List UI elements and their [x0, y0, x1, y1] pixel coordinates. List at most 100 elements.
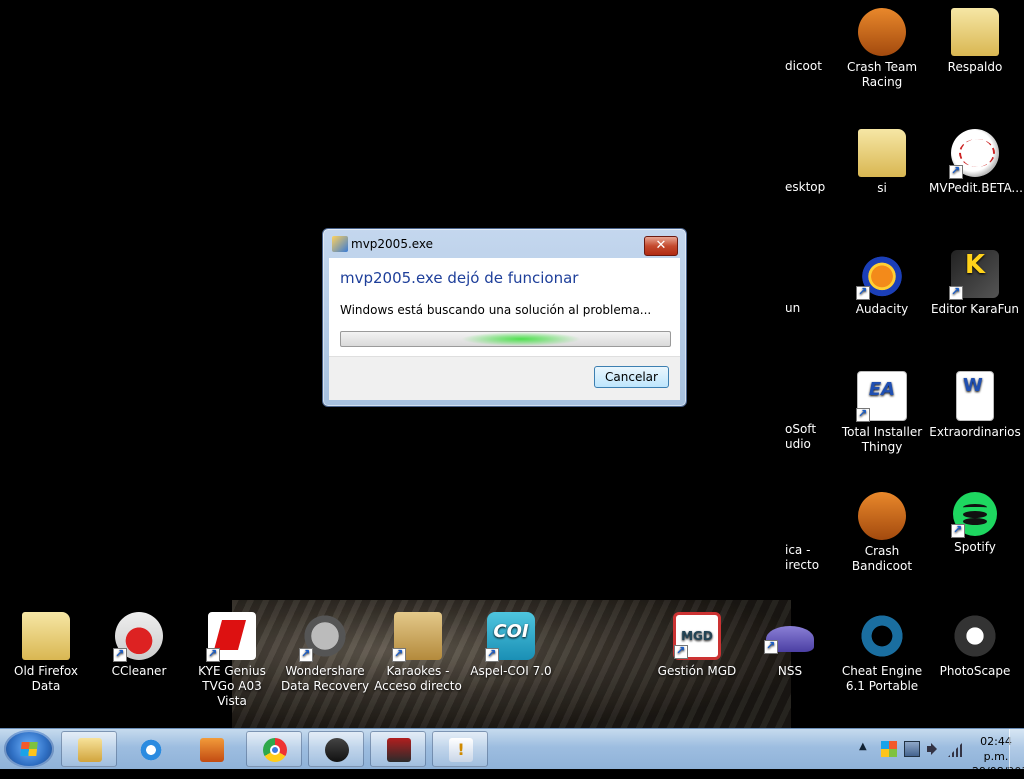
- shortcut-arrow-icon: [113, 646, 127, 662]
- spotify-icon: [951, 492, 997, 538]
- shortcut-arrow-icon: [392, 646, 406, 662]
- icon-label: Editor KaraFun: [930, 302, 1020, 316]
- dialog-body: mvp2005.exe dejó de funcionar Windows es…: [329, 258, 680, 400]
- shortcut-arrow-icon: [674, 643, 688, 659]
- desktop-icon-total-installer-thingy[interactable]: EA Total Installer Thingy: [836, 371, 928, 455]
- icon-label: Spotify: [954, 540, 996, 554]
- explorer-icon: [78, 738, 102, 762]
- start-button[interactable]: [4, 730, 54, 768]
- icon-label: Wondershare Data Recovery: [280, 664, 370, 693]
- gestion-mgd-icon: MGD: [673, 612, 721, 660]
- desktop-icon-crash-team-racing[interactable]: Crash Team Racing: [836, 8, 928, 90]
- baseball-icon: [949, 129, 999, 179]
- taskbar: ▲ 02:44 p.m. 29/08/2015: [0, 728, 1024, 778]
- desktop-icon-si[interactable]: si: [836, 129, 928, 196]
- shortcut-arrow-icon: [949, 163, 963, 179]
- desktop-icon-audacity[interactable]: Audacity: [836, 250, 928, 317]
- icon-label: NSS: [777, 664, 803, 678]
- icon-label: Old Firefox Data: [14, 664, 78, 693]
- audacity-icon: [856, 250, 906, 300]
- shortcut-arrow-icon: [764, 638, 778, 654]
- shortcut-arrow-icon: [856, 406, 870, 422]
- desktop-icon-ccleaner[interactable]: CCleaner: [93, 612, 185, 679]
- icon-label: Karaokes - Acceso directo: [374, 664, 462, 693]
- network-icon[interactable]: [948, 741, 964, 757]
- shortcut-arrow-icon: [485, 646, 499, 662]
- icon-label: Respaldo: [947, 60, 1003, 74]
- desktop-icon-aspel-coi[interactable]: COI Aspel-COI 7.0: [465, 612, 557, 679]
- mvp-baseball-icon: [387, 738, 411, 762]
- desktop-icon-old-firefox-data[interactable]: Old Firefox Data: [0, 612, 92, 694]
- shortcut-arrow-icon: [206, 646, 220, 662]
- crash-bandicoot-icon: [858, 492, 906, 540]
- volume-icon[interactable]: [926, 741, 942, 757]
- icon-label: MVPedit.BETA...: [929, 181, 1023, 195]
- progress-marquee: [461, 332, 581, 346]
- desktop-icon-spotify[interactable]: Spotify: [929, 492, 1021, 555]
- icon-label: KYE Genius TVGo A03 Vista: [198, 664, 266, 708]
- folder-icon: [22, 612, 70, 660]
- word-document-icon: W: [956, 371, 994, 421]
- ea-mods-icon: EA: [856, 371, 907, 422]
- cheat-engine-icon: [858, 612, 906, 660]
- icon-label: Audacity: [855, 302, 909, 316]
- display-icon[interactable]: [904, 741, 920, 757]
- desktop-icon-nss[interactable]: NSS: [744, 612, 836, 679]
- icon-label: Crash Bandicoot: [851, 544, 913, 573]
- close-button[interactable]: ✕: [644, 236, 678, 256]
- warning-icon: [449, 738, 473, 762]
- dialog-title: mvp2005.exe: [351, 237, 434, 251]
- desktop-icon-cheat-engine[interactable]: Cheat Engine 6.1 Portable: [836, 612, 928, 694]
- photoscape-icon: [951, 612, 999, 660]
- dialog-footer: Cancelar: [329, 356, 680, 400]
- icon-label: CCleaner: [111, 664, 167, 678]
- karaokes-folder-icon: [392, 612, 442, 662]
- ccleaner-icon: [113, 612, 163, 662]
- shortcut-arrow-icon: [856, 284, 870, 300]
- desktop-icon-crash-bandicoot[interactable]: Crash Bandicoot: [836, 492, 928, 574]
- icon-label: PhotoScape: [939, 664, 1011, 678]
- app-icon: [332, 236, 348, 252]
- kye-genius-icon: [206, 612, 256, 662]
- aspel-coi-icon: COI: [485, 612, 535, 662]
- desktop-icon-gestion-mgd[interactable]: MGD Gestión MGD: [651, 612, 743, 679]
- dialog-message: Windows está buscando una solución al pr…: [340, 303, 652, 317]
- taskbar-button-chrome[interactable]: [246, 731, 302, 767]
- system-tray: ▲ 02:44 p.m. 29/08/2015: [824, 729, 1024, 778]
- folder-icon: [858, 129, 906, 177]
- taskbar-button-media-player[interactable]: [183, 731, 239, 767]
- taskbar-button-error-reporting[interactable]: [432, 731, 488, 767]
- taskbar-button-mvp-baseball[interactable]: [370, 731, 426, 767]
- icon-label: Extraordinarios: [929, 425, 1021, 439]
- action-center-flag-icon[interactable]: [881, 741, 897, 757]
- taskbar-button-player[interactable]: [308, 731, 364, 767]
- dialog-heading: mvp2005.exe dejó de funcionar: [340, 269, 579, 287]
- chrome-icon: [263, 738, 287, 762]
- shortcut-arrow-icon: [299, 646, 313, 662]
- crash-team-racing-icon: [858, 8, 906, 56]
- icon-label: Cheat Engine 6.1 Portable: [841, 664, 923, 693]
- desktop-icon-extraordinarios[interactable]: W Extraordinarios: [929, 371, 1021, 440]
- taskbar-button-internet-explorer[interactable]: [122, 731, 178, 767]
- shortcut-arrow-icon: [951, 522, 965, 538]
- cancel-button[interactable]: Cancelar: [594, 366, 669, 388]
- progress-bar: [340, 331, 671, 347]
- player-icon: [325, 738, 349, 762]
- error-dialog[interactable]: mvp2005.exe ✕ mvp2005.exe dejó de funcio…: [322, 228, 687, 407]
- desktop-icon-respaldo[interactable]: Respaldo: [929, 8, 1021, 75]
- icon-label: Gestión MGD: [657, 664, 737, 678]
- show-hidden-icons-chevron-icon[interactable]: ▲: [859, 741, 867, 752]
- taskbar-button-explorer[interactable]: [61, 731, 117, 767]
- desktop-icon-mvpedit-beta[interactable]: MVPedit.BETA...: [929, 129, 1023, 196]
- desktop-icon-karaokes[interactable]: Karaokes - Acceso directo: [372, 612, 464, 694]
- wondershare-icon: [299, 612, 349, 662]
- desktop-icon-kye-genius[interactable]: KYE Genius TVGo A03 Vista: [186, 612, 278, 709]
- icon-label: Total Installer Thingy: [841, 425, 923, 454]
- desktop-icon-editor-karafun[interactable]: K Editor KaraFun: [929, 250, 1021, 317]
- show-desktop-button[interactable]: [1009, 729, 1024, 769]
- desktop-icon-wondershare[interactable]: Wondershare Data Recovery: [279, 612, 371, 694]
- media-player-icon: [200, 738, 224, 762]
- desktop-icon-photoscape[interactable]: PhotoScape: [929, 612, 1021, 679]
- icon-label: Crash Team Racing: [846, 60, 918, 89]
- folder-icon: [951, 8, 999, 56]
